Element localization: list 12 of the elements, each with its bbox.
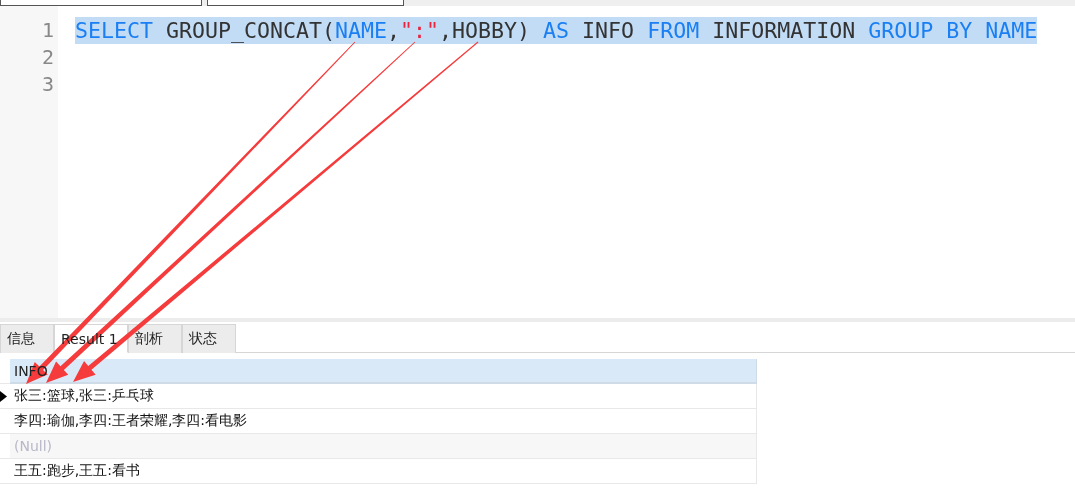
line-number: 2 <box>40 44 55 71</box>
table-cell: 王五:跑步,王五:看书 <box>10 459 757 484</box>
table-cell: 李四:瑜伽,李四:王者荣耀,李四:看电影 <box>10 409 757 434</box>
result-tab[interactable]: 剖析 <box>128 324 182 353</box>
sql-code-line: SELECT GROUP_CONCAT(NAME,":",HOBBY) AS INFO FROM INFORMATION GROUP BY NAME <box>75 17 1038 44</box>
table-cell: 张三:篮球,张三:乒乓球 <box>10 384 757 409</box>
result-tab[interactable]: 信息 <box>0 324 54 353</box>
table-cell: (Null) <box>10 434 757 459</box>
line-number: 3 <box>40 71 55 98</box>
line-number: 1 <box>40 17 55 44</box>
result-tab[interactable]: 状态 <box>182 324 236 353</box>
current-row-icon <box>0 390 7 402</box>
